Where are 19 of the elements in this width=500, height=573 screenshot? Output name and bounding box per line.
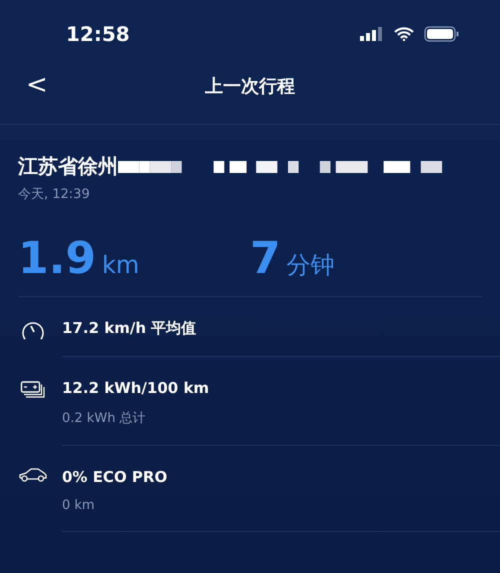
stat-value: 17.2 km/h 平均值 (62, 319, 198, 338)
page-title: 上一次行程 (205, 75, 295, 98)
summary-value: 1.9 (18, 233, 96, 284)
status-time: 12:58 (66, 22, 130, 46)
battery-icon (424, 26, 460, 42)
back-button[interactable]: < (20, 70, 54, 100)
car-icon (18, 468, 48, 482)
trip-time: 今天, 12:39 (18, 186, 91, 203)
stat-detail: 0.2 kWh 总计 (62, 410, 147, 427)
signal-icon (360, 27, 384, 41)
summary-value: 7 (250, 233, 281, 284)
stat-value: 12.2 kWh/100 km (62, 379, 210, 397)
wifi-icon (394, 27, 414, 41)
trip-address: 江苏省徐州 (18, 153, 118, 180)
summary-unit: km (102, 251, 140, 279)
stat-value: 0% ECO PRO (62, 468, 168, 486)
summary-unit: 分钟 (286, 250, 335, 281)
battery-stack-icon (20, 379, 46, 399)
stat-detail: 0 km (62, 498, 96, 513)
